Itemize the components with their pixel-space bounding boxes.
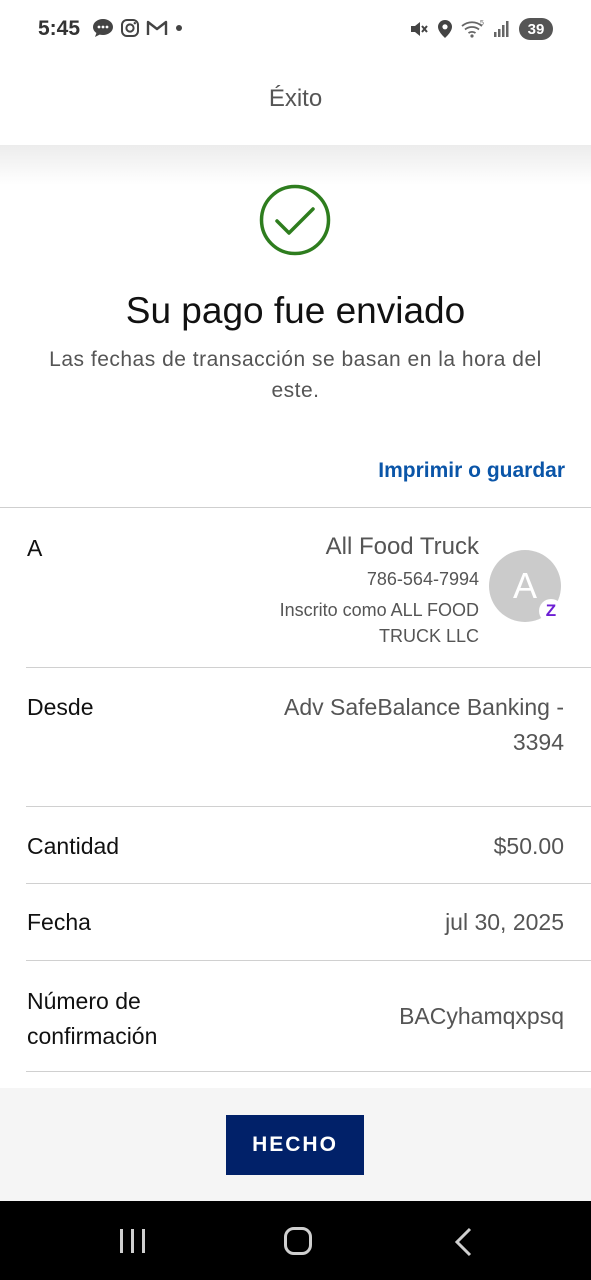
gmail-icon [146, 20, 168, 35]
confirmation-number: BACyhamqxpsq [399, 1003, 564, 1029]
system-nav-bar [0, 1201, 591, 1280]
mute-icon [411, 22, 428, 36]
recent-apps-icon[interactable] [120, 1229, 145, 1253]
system-icons: 5 39 [409, 18, 553, 40]
location-icon [438, 20, 452, 38]
home-icon[interactable] [284, 1227, 312, 1255]
notification-icons [92, 18, 184, 38]
divider [26, 1071, 591, 1072]
from-account: Adv SafeBalance Banking - 3394 [283, 694, 564, 755]
success-subtitle: Las fechas de transacción se basan en la… [49, 348, 542, 402]
instagram-icon [121, 19, 139, 37]
zelle-icon: Z [539, 599, 563, 623]
payee-enrolled-name: Inscrito como ALL FOOD TRUCK LLC [279, 600, 479, 646]
success-check-icon [259, 184, 331, 256]
payee-name: All Food Truck [325, 533, 479, 560]
amount-label: Cantidad [27, 833, 120, 859]
confirmation-label: Número de confirmación [27, 988, 158, 1049]
date-value: jul 30, 2025 [445, 909, 564, 935]
divider [26, 960, 591, 961]
battery-indicator: 39 [519, 18, 553, 40]
header: Éxito [0, 60, 591, 145]
divider [0, 507, 591, 508]
header-shadow [0, 145, 591, 185]
back-icon[interactable] [452, 1227, 476, 1257]
status-bar: 5:45 5 39 [0, 0, 591, 60]
from-label: Desde [27, 694, 94, 720]
wifi-icon: 5 [461, 20, 484, 38]
chat-icon [93, 19, 113, 37]
status-time: 5:45 [38, 17, 81, 40]
done-button[interactable]: HECHO [226, 1115, 364, 1175]
signal-icon [494, 21, 509, 37]
divider [26, 883, 591, 884]
payee-phone: 786-564-7994 [366, 569, 479, 589]
to-label: A [27, 535, 43, 561]
divider [26, 806, 591, 807]
amount-value: $50.00 [493, 833, 564, 859]
page-title: Éxito [268, 85, 323, 112]
divider [26, 667, 591, 668]
svg-text:5: 5 [480, 20, 484, 27]
print-or-save-link[interactable]: Imprimir o guardar [378, 459, 565, 483]
dot-icon [176, 25, 182, 31]
success-title: Su pago fue enviado [125, 290, 466, 331]
date-label: Fecha [27, 909, 91, 935]
